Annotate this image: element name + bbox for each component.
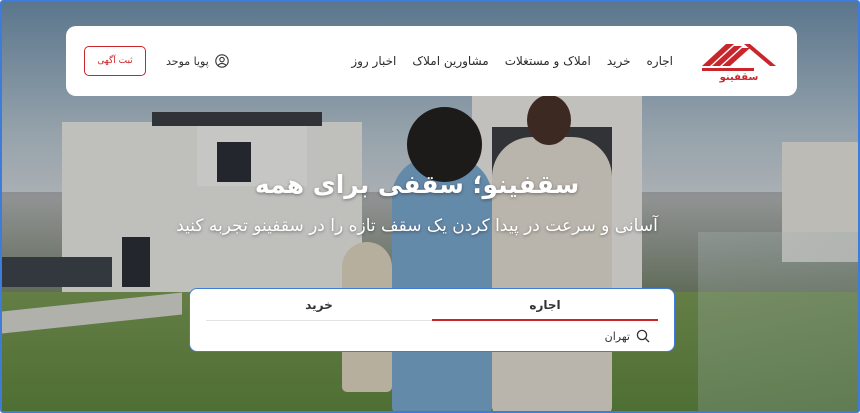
nav-item-real-estate[interactable]: املاک و مستغلات [505,54,591,68]
search-card: اجاره خرید [189,288,675,352]
nav-item-rent[interactable]: اجاره [647,54,674,68]
logo-text: سقفینو [719,71,759,83]
search-icon [636,329,650,343]
user-name: پویا موحد [166,54,209,68]
nav-item-news[interactable]: اخبار روز [351,54,396,68]
header-navigation-group: اجاره خرید املاک و مستغلات مشاورین املاک… [351,40,779,83]
header-actions: ثبت آگهی پویا موحد [84,46,229,76]
search-input[interactable] [430,329,630,343]
site-logo[interactable]: سقفینو [699,40,779,83]
user-menu[interactable]: پویا موحد [166,54,229,68]
roof-logo-icon [702,43,776,71]
hero-subtitle: آسانی و سرعت در پیدا کردن یک سقف تازه را… [176,216,658,236]
hero-title: سقفینو؛ سقفی برای همه [254,170,580,199]
nav-item-agents[interactable]: مشاورین املاک [412,54,488,68]
user-circle-icon [215,54,229,68]
tab-buy[interactable]: خرید [206,289,432,320]
search-tabs: اجاره خرید [206,289,658,321]
nav-item-buy[interactable]: خرید [607,54,631,68]
site-header: ثبت آگهی پویا موحد اجاره خرید املاک و مس… [66,26,797,96]
main-nav: اجاره خرید املاک و مستغلات مشاورین املاک… [351,54,673,68]
post-ad-button[interactable]: ثبت آگهی [84,46,146,76]
page-frame: ثبت آگهی پویا موحد اجاره خرید املاک و مس… [0,0,860,413]
search-row [206,321,658,351]
tab-rent[interactable]: اجاره [432,289,658,321]
